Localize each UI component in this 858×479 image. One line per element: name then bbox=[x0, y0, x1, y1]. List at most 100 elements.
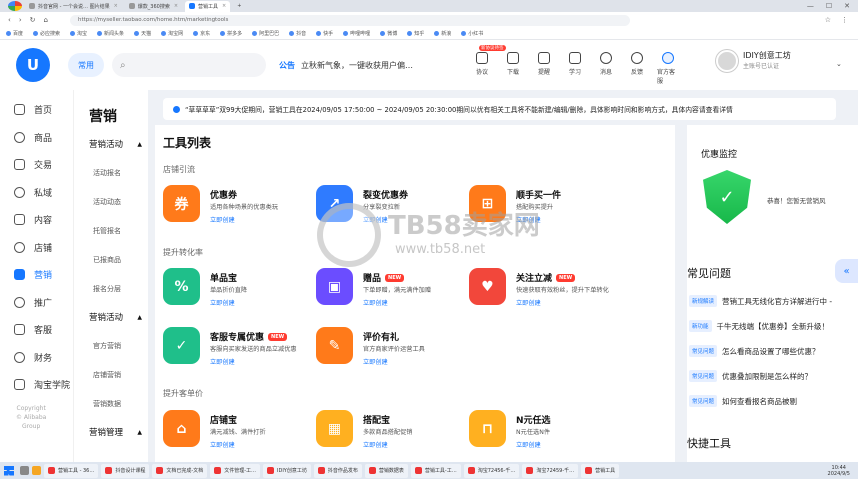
header-tool-download[interactable]: 下载 bbox=[502, 52, 524, 85]
app-logo[interactable]: U bbox=[16, 48, 50, 82]
tool-card[interactable]: ▣ 赠品 NEW 下单即赠，满元满件加赠 立即创建 bbox=[316, 268, 466, 312]
create-link[interactable]: 立即创建 bbox=[210, 357, 310, 366]
taskbar-app[interactable]: 营销数据表 bbox=[364, 463, 408, 478]
leftnav-item-marketing[interactable]: 营销 bbox=[0, 261, 73, 289]
taskbar-app[interactable]: 营销工具 - 36… bbox=[44, 463, 99, 478]
bookmark-item[interactable]: 抖音 bbox=[289, 30, 306, 37]
bookmark-star-icon[interactable]: ☆ bbox=[825, 16, 831, 24]
create-link[interactable]: 立即创建 bbox=[516, 440, 616, 449]
create-link[interactable]: 立即创建 bbox=[516, 298, 616, 307]
create-link[interactable]: 立即创建 bbox=[363, 357, 463, 366]
bookmark-item[interactable]: 微博 bbox=[380, 30, 397, 37]
bookmark-item[interactable]: 京东 bbox=[193, 30, 210, 37]
avatar[interactable] bbox=[716, 50, 738, 72]
header-tool-message[interactable]: 消息 bbox=[595, 52, 617, 85]
browser-tab-2[interactable]: 爆款_360搜索 × bbox=[125, 1, 182, 12]
taskbar-app[interactable]: 淘宝72459-千… bbox=[522, 463, 579, 478]
faq-item[interactable]: 常见问题 如何查看报名商品被剔 bbox=[689, 395, 797, 407]
create-link[interactable]: 立即创建 bbox=[210, 298, 310, 307]
bookmark-item[interactable]: 天猫 bbox=[134, 30, 151, 37]
header-tool-service[interactable]: 官方客服 bbox=[657, 52, 679, 85]
bookmark-item[interactable]: 淘宝网 bbox=[161, 30, 183, 37]
create-link[interactable]: 立即创建 bbox=[363, 440, 463, 449]
tool-card[interactable]: 券优惠券 适用各种场景的优惠类玩 立即创建 bbox=[163, 185, 313, 229]
tool-card[interactable]: % 单品宝 单品折价直降 立即创建 bbox=[163, 268, 313, 312]
faq-item[interactable]: 常见问题 怎么看商品设置了哪些优惠？ bbox=[689, 345, 820, 357]
clock[interactable]: 10:44 2024/9/5 bbox=[828, 465, 850, 477]
subnav-group[interactable]: 营销活动 ▲ bbox=[74, 303, 148, 331]
leftnav-item-academy[interactable]: 淘宝学院 bbox=[0, 371, 73, 399]
create-link[interactable]: 立即创建 bbox=[210, 215, 310, 224]
tab-close-icon[interactable]: × bbox=[222, 3, 226, 9]
taskbar-app[interactable]: 抖音作品发布 bbox=[313, 463, 362, 478]
subnav-item[interactable]: 活动动态 bbox=[74, 187, 148, 216]
collapse-panel-button[interactable]: « bbox=[835, 259, 858, 283]
subnav-item[interactable]: 已报商品 bbox=[74, 245, 148, 274]
bookmark-item[interactable]: 小红书 bbox=[461, 30, 483, 37]
taskbar-app[interactable]: 营销工具 bbox=[581, 463, 620, 478]
reload-icon[interactable]: ↻ bbox=[30, 16, 36, 24]
faq-item[interactable]: 常见问题 优惠叠加限制是怎么样的？ bbox=[689, 370, 812, 382]
start-menu-icon[interactable] bbox=[4, 465, 14, 476]
bookmark-item[interactable]: 拼多多 bbox=[220, 30, 242, 37]
back-icon[interactable]: ‹ bbox=[8, 16, 11, 24]
tab-close-icon[interactable]: × bbox=[174, 3, 178, 9]
leftnav-item-home[interactable]: 首页 bbox=[0, 96, 73, 124]
taskbar-app[interactable]: 营销工具-工… bbox=[410, 463, 461, 478]
search-taskbar-icon[interactable] bbox=[20, 466, 29, 475]
leftnav-item-finance[interactable]: 财务 bbox=[0, 344, 73, 372]
minimize-icon[interactable]: — bbox=[807, 2, 814, 10]
bookmark-item[interactable]: 淘宝 bbox=[70, 30, 87, 37]
bookmark-item[interactable]: 快手 bbox=[316, 30, 333, 37]
header-tool-book[interactable]: 学习 bbox=[564, 52, 586, 85]
subnav-item[interactable]: 报名分层 bbox=[74, 274, 148, 303]
leftnav-item-goods[interactable]: 商品 bbox=[0, 124, 73, 152]
subnav-item[interactable]: 活动报名 bbox=[74, 158, 148, 187]
leftnav-item-promote[interactable]: 推广 bbox=[0, 289, 73, 317]
subnav-item[interactable]: 店铺营销 bbox=[74, 360, 148, 389]
close-window-icon[interactable]: ✕ bbox=[844, 2, 850, 10]
create-link[interactable]: 立即创建 bbox=[363, 298, 463, 307]
taskbar-app[interactable]: 文档已完成-文档 bbox=[152, 463, 208, 478]
menu-icon[interactable]: ⋮ bbox=[841, 16, 848, 24]
tool-card[interactable]: ✓ 客服专属优惠 NEW 客服向买家发送的商品立减优惠 立即创建 bbox=[163, 327, 313, 371]
leftnav-item-content[interactable]: 内容 bbox=[0, 206, 73, 234]
notice-link[interactable]: 立秋新气象，一键收获用户偏… bbox=[301, 60, 413, 71]
user-menu-caret-icon[interactable]: ⌄ bbox=[836, 60, 842, 68]
tool-card[interactable]: ⌂ 店铺宝 满元减钱、满件打折 立即创建 bbox=[163, 410, 313, 454]
forward-icon[interactable]: › bbox=[19, 16, 22, 24]
tool-card[interactable]: ✎ 评价有礼 官方商家评价运营工具 立即创建 bbox=[316, 327, 466, 371]
new-tab-button[interactable]: + bbox=[233, 1, 245, 12]
home-icon[interactable]: ⌂ bbox=[44, 16, 48, 24]
bookmark-item[interactable]: 新闻头条 bbox=[97, 30, 124, 37]
user-profile[interactable]: IDIY创意工坊 主账号已认证 bbox=[716, 50, 791, 72]
bookmark-item[interactable]: 新浪 bbox=[434, 30, 451, 37]
bookmark-item[interactable]: 必应搜索 bbox=[33, 30, 60, 37]
header-tool-feedback[interactable]: 反馈 bbox=[626, 52, 648, 85]
subnav-item[interactable]: 托管报名 bbox=[74, 216, 148, 245]
leftnav-item-service[interactable]: 客服 bbox=[0, 316, 73, 344]
tab-close-icon[interactable]: × bbox=[114, 3, 118, 9]
bookmark-item[interactable]: 阿里巴巴 bbox=[252, 30, 279, 37]
faq-item[interactable]: 新规解读 营销工具无线化官方详解进行中 - bbox=[689, 295, 832, 307]
subnav-group[interactable]: 营销活动 ▲ bbox=[74, 130, 148, 158]
create-link[interactable]: 立即创建 bbox=[210, 440, 310, 449]
maximize-icon[interactable]: ☐ bbox=[826, 2, 832, 10]
tool-card[interactable]: ♥ 关注立减 NEW 快速获取有效粉丝，提升下单转化 立即创建 bbox=[469, 268, 619, 312]
leftnav-item-trade[interactable]: 交易 bbox=[0, 151, 73, 179]
taskbar-app[interactable]: 抖音设计课程 bbox=[101, 463, 150, 478]
header-tool-bell[interactable]: 提醒 bbox=[533, 52, 555, 85]
subnav-group[interactable]: 营销管理 ▲ bbox=[74, 418, 148, 446]
url-input[interactable]: https://myseller.taobao.com/home.htm/mar… bbox=[69, 14, 630, 26]
file-explorer-icon[interactable] bbox=[32, 466, 41, 475]
bookmark-item[interactable]: 知乎 bbox=[407, 30, 424, 37]
leftnav-item-private[interactable]: 私域 bbox=[0, 179, 73, 207]
leftnav-item-store[interactable]: 店铺 bbox=[0, 234, 73, 262]
subnav-item[interactable]: 官方营销 bbox=[74, 331, 148, 360]
tool-card[interactable]: ▦ 搭配宝 多款商品搭配促销 立即创建 bbox=[316, 410, 466, 454]
taskbar-app[interactable]: 文件管理-工… bbox=[210, 463, 260, 478]
browser-tab-3[interactable]: 营销工具 × bbox=[185, 0, 231, 12]
subnav-item[interactable]: 营销数据 bbox=[74, 389, 148, 418]
taskbar-app[interactable]: IDIY创意工坊 bbox=[263, 463, 311, 478]
taskbar-app[interactable]: 淘宝72456-千… bbox=[463, 463, 520, 478]
